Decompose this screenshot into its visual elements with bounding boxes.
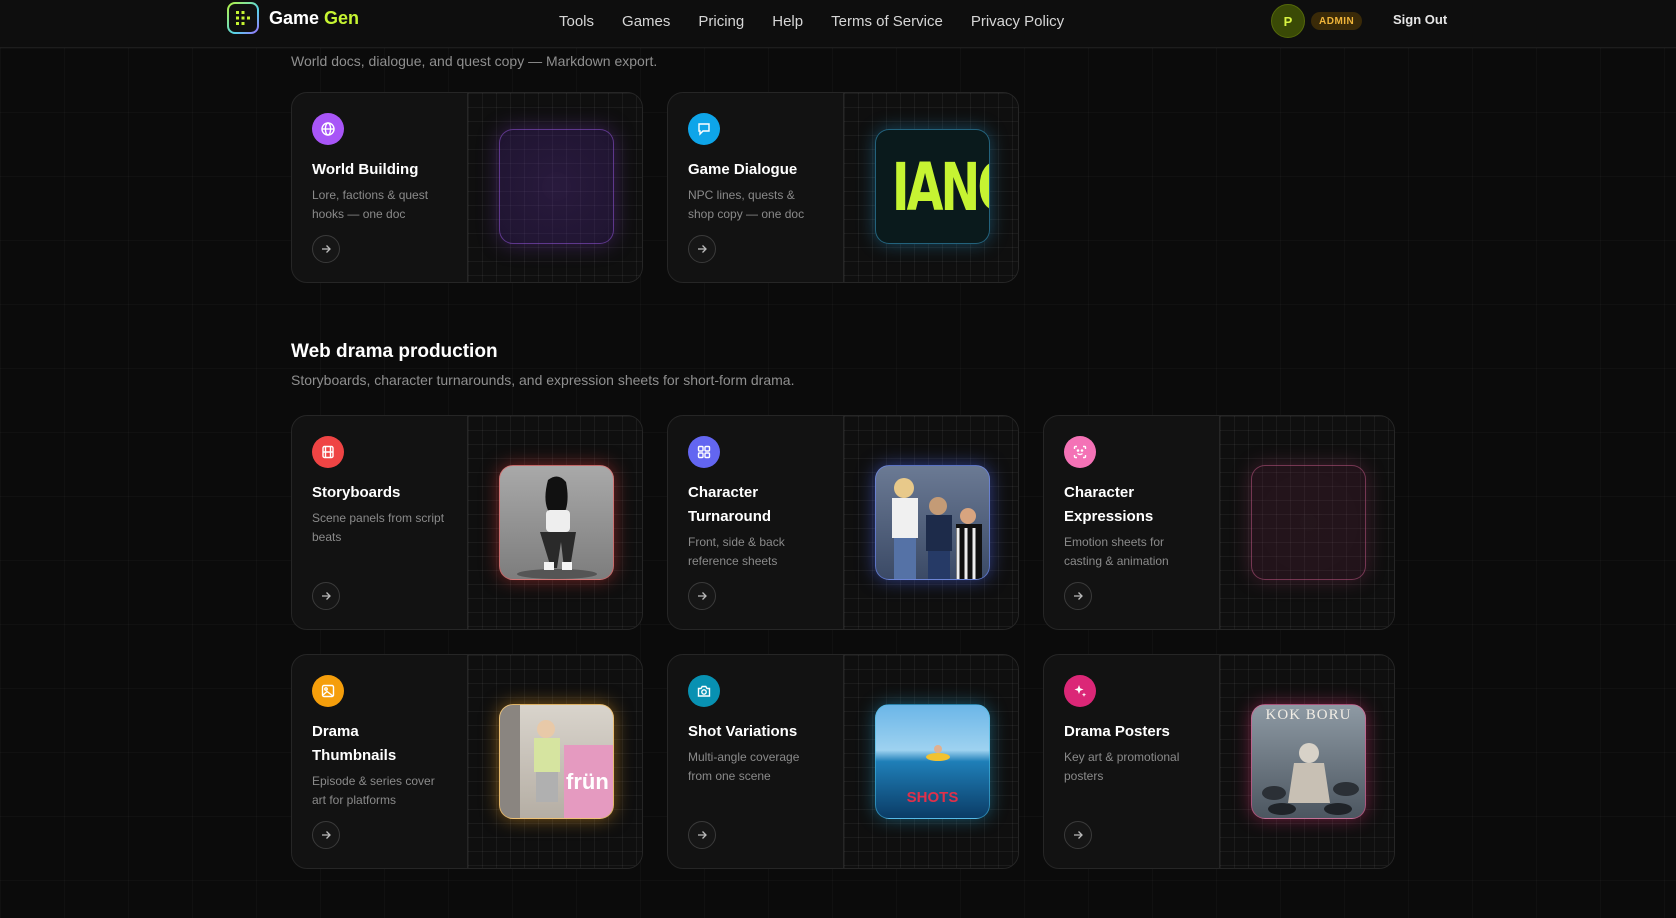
card-title: Storyboards <box>312 484 401 501</box>
user-avatar[interactable]: P <box>1271 4 1305 38</box>
card-description: Multi-angle coverage from one scene <box>688 750 800 783</box>
card-description: NPC lines, quests & shop copy — one doc <box>688 188 805 221</box>
tool-card-world-building[interactable]: World Building Lore, factions & quest ho… <box>291 92 643 283</box>
card-preview-image: frün <box>499 704 614 819</box>
brand-name: Game Gen <box>269 7 360 28</box>
card-title: World Building <box>312 161 419 178</box>
card-description: Key art & promotional posters <box>1064 750 1180 783</box>
card-description: Scene panels from script beats <box>312 511 445 544</box>
card-description: Lore, factions & quest hooks — one doc <box>312 188 429 221</box>
film-icon <box>312 436 344 468</box>
card-title: Character Turnaround <box>688 484 772 525</box>
nav-pricing[interactable]: Pricing <box>698 13 744 30</box>
drama-section-subtitle: Storyboards, character turnarounds, and … <box>291 372 795 388</box>
arrow-right-icon[interactable] <box>312 821 340 849</box>
tool-card-character-turnaround[interactable]: Character Turnaround Front, side & back … <box>667 415 1019 630</box>
card-title: Game Dialogue <box>688 161 798 178</box>
image-icon <box>312 675 344 707</box>
card-preview-placeholder <box>499 129 614 244</box>
arrow-right-icon[interactable] <box>312 582 340 610</box>
tool-card-drama-thumbnails[interactable]: Drama Thumbnails Episode & series cover … <box>291 654 643 869</box>
card-preview-image <box>875 465 990 580</box>
card-title: Drama Posters <box>1064 723 1170 740</box>
brand-home-link[interactable]: Game Gen <box>227 2 359 34</box>
arrow-right-icon[interactable] <box>1064 582 1092 610</box>
card-preview-image: IANC <box>875 129 990 244</box>
arrow-right-icon[interactable] <box>688 821 716 849</box>
nav-help[interactable]: Help <box>772 13 803 30</box>
tool-card-character-expressions[interactable]: Character Expressions Emotion sheets for… <box>1043 415 1395 630</box>
tool-card-storyboards[interactable]: Storyboards Scene panels from script bea… <box>291 415 643 630</box>
camera-icon <box>688 675 720 707</box>
brand-logo-icon <box>227 2 259 34</box>
card-preview-image: KOK BORU <box>1251 704 1366 819</box>
nav-games[interactable]: Games <box>622 13 670 30</box>
sign-out-button[interactable]: Sign Out <box>1393 12 1447 27</box>
card-preview-placeholder <box>1251 465 1366 580</box>
main-nav: Tools Games Pricing Help Terms of Servic… <box>559 0 1064 42</box>
drama-section-title: Web drama production <box>291 341 498 362</box>
nav-privacy-policy[interactable]: Privacy Policy <box>971 13 1064 30</box>
card-preview-image <box>499 465 614 580</box>
arrow-right-icon[interactable] <box>1064 821 1092 849</box>
globe-icon <box>312 113 344 145</box>
writing-section-subtitle: World docs, dialogue, and quest copy — M… <box>291 53 658 69</box>
card-title: Character Expressions <box>1064 484 1154 525</box>
admin-role-badge: ADMIN <box>1311 12 1363 30</box>
card-preview-image: SHOTS <box>875 704 990 819</box>
card-title: Shot Variations <box>688 723 798 740</box>
arrow-right-icon[interactable] <box>688 235 716 263</box>
tool-card-game-dialogue[interactable]: Game Dialogue NPC lines, quests & shop c… <box>667 92 1019 283</box>
tool-card-drama-posters[interactable]: Drama Posters Key art & promotional post… <box>1043 654 1395 869</box>
nav-tools[interactable]: Tools <box>559 13 594 30</box>
chat-bubble-icon <box>688 113 720 145</box>
grid-icon <box>688 436 720 468</box>
face-scan-icon <box>1064 436 1096 468</box>
card-description: Emotion sheets for casting & animation <box>1064 535 1169 568</box>
card-title: Drama Thumbnails <box>312 723 397 764</box>
sparkles-icon <box>1064 675 1096 707</box>
card-description: Episode & series cover art for platforms <box>312 774 435 807</box>
nav-terms-of-service[interactable]: Terms of Service <box>831 13 943 30</box>
arrow-right-icon[interactable] <box>688 582 716 610</box>
tool-card-shot-variations[interactable]: Shot Variations Multi-angle coverage fro… <box>667 654 1019 869</box>
arrow-right-icon[interactable] <box>312 235 340 263</box>
card-description: Front, side & back reference sheets <box>688 535 785 568</box>
top-navigation-bar: Game Gen Tools Games Pricing Help Terms … <box>0 0 1676 48</box>
